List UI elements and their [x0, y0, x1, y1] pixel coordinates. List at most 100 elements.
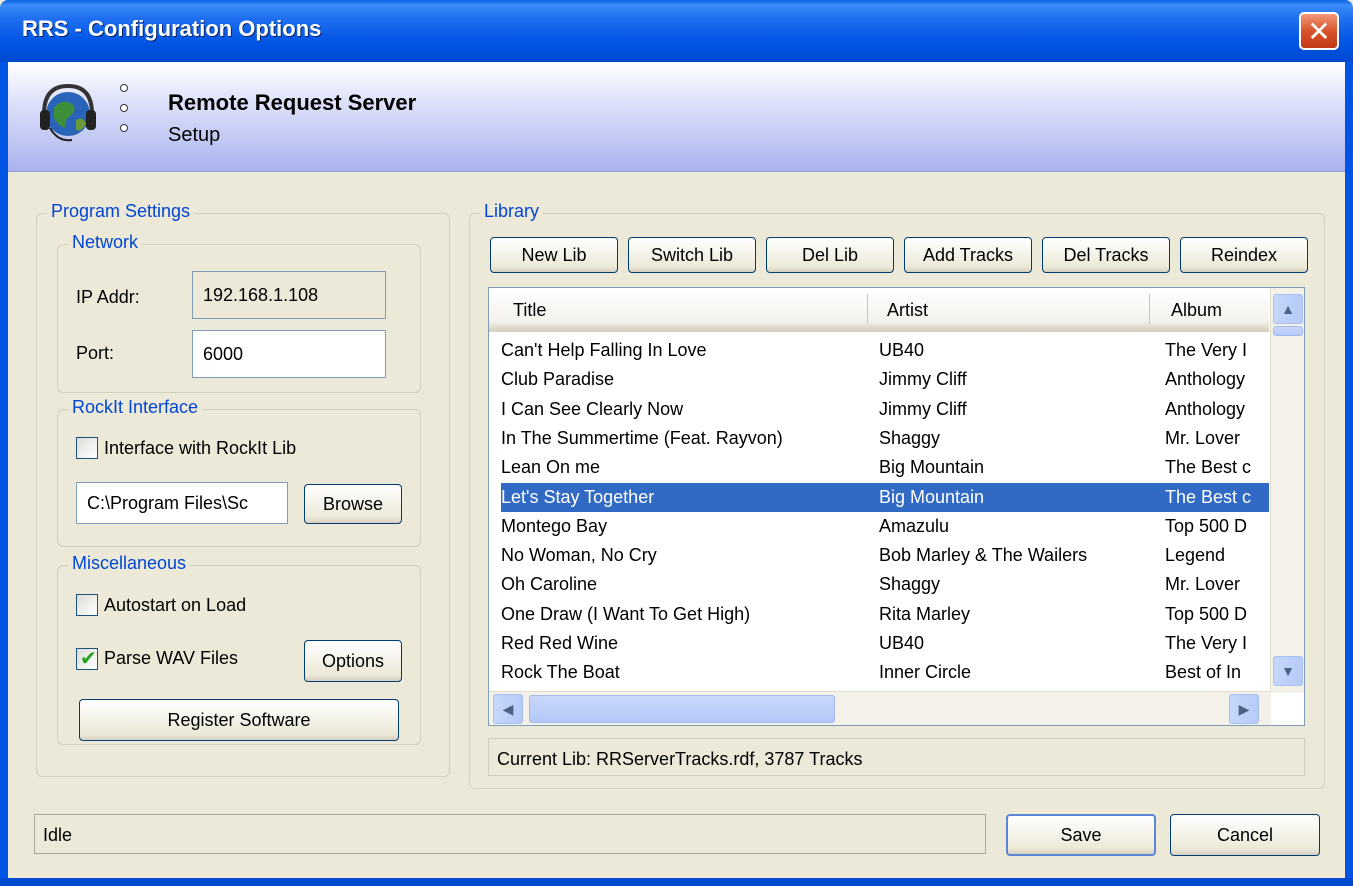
del-tracks-button[interactable]: Del Tracks: [1042, 237, 1170, 273]
table-row[interactable]: Red Red Wine UB40 The Very I: [489, 629, 1269, 658]
port-label: Port:: [76, 343, 115, 363]
rockit-interface-group: RockIt Interface: [57, 397, 421, 547]
table-cell-artist: Jimmy Cliff: [879, 369, 967, 390]
banner-dots: [120, 84, 132, 154]
title-bar: RRS - Configuration Options ✕: [0, 0, 1353, 62]
table-cell-artist: Rita Marley: [879, 603, 971, 624]
table-cell-artist: Shaggy: [879, 427, 941, 448]
table-cell-title: I Can See Clearly Now: [501, 398, 684, 419]
track-list-header: Title Artist Album: [489, 288, 1269, 332]
close-icon: ✕: [1307, 15, 1331, 47]
current-lib-status: Current Lib: RRServerTracks.rdf, 3787 Tr…: [488, 738, 1305, 776]
horizontal-scroll-thumb[interactable]: [529, 695, 835, 723]
table-cell-artist: Big Mountain: [879, 486, 985, 507]
table-row[interactable]: I Can See Clearly Now Jimmy Cliff Antholog…: [489, 395, 1269, 424]
table-row[interactable]: Let's Stay Together Big Mountain The Best …: [501, 482, 1269, 512]
autostart-checkbox[interactable]: [76, 594, 98, 616]
table-cell-title: One Draw (I Want To Get High): [501, 603, 751, 624]
table-cell-title: No Woman, No Cry: [501, 545, 657, 566]
table-cell-title: Club Paradise: [501, 369, 615, 390]
scroll-left-icon[interactable]: ◀: [493, 694, 523, 724]
table-row[interactable]: Can't Help Falling In Love UB40 The Very I: [489, 336, 1269, 365]
table-cell-album: Anthology: [1165, 369, 1246, 390]
parse-wav-checkbox[interactable]: ✔: [76, 648, 98, 670]
save-button[interactable]: Save: [1006, 814, 1156, 856]
ip-addr-label: IP Addr:: [76, 287, 140, 307]
table-row[interactable]: Lean On me Big Mountain The Best c: [489, 453, 1269, 482]
table-cell-album: Mr. Lover: [1165, 427, 1241, 448]
globe-headphones-icon: [40, 83, 96, 142]
table-row[interactable]: Club Paradise Jimmy Cliff Anthology: [489, 365, 1269, 394]
table-cell-title: Let's Stay Together: [501, 486, 655, 507]
rockit-interface-legend: RockIt Interface: [68, 397, 203, 418]
scroll-up-icon[interactable]: ▲: [1273, 294, 1303, 324]
table-cell-title: Rock The Boat: [501, 662, 620, 683]
table-cell-album: Best of In: [1165, 662, 1242, 683]
close-button[interactable]: ✕: [1299, 12, 1339, 50]
table-cell-album: Legend: [1165, 545, 1226, 566]
banner-subheading: Setup: [168, 124, 221, 146]
rockit-path-field[interactable]: C:\Program Files\Sc: [76, 482, 288, 524]
table-cell-title: Montego Bay: [501, 515, 608, 536]
table-cell-title: Lean On me: [501, 457, 601, 478]
cancel-button[interactable]: Cancel: [1170, 814, 1320, 856]
status-text: Idle: [34, 814, 986, 854]
horizontal-scrollbar[interactable]: ◀ ▶: [489, 691, 1271, 725]
table-row[interactable]: In The Summertime (Feat. Rayvon) Shaggy Mr…: [489, 424, 1269, 453]
program-settings-legend: Program Settings: [47, 201, 195, 222]
miscellaneous-legend: Miscellaneous: [68, 553, 191, 574]
window-frame-bottom: [0, 878, 1353, 886]
table-cell-artist: UB40: [879, 340, 925, 360]
register-software-button[interactable]: Register Software: [79, 699, 399, 741]
table-cell-album: The Very I: [1165, 633, 1248, 653]
window-title: RRS - Configuration Options: [22, 16, 322, 41]
table-cell-title: Red Red Wine: [501, 633, 619, 653]
table-cell-album: Top 500 D: [1165, 515, 1248, 536]
autostart-label[interactable]: Autostart on Load: [104, 595, 246, 616]
reindex-button[interactable]: Reindex: [1180, 237, 1308, 273]
column-header-artist[interactable]: Artist: [887, 300, 928, 321]
table-cell-title: Can't Help Falling In Love: [501, 340, 707, 360]
browse-button[interactable]: Browse: [304, 484, 402, 524]
add-tracks-button[interactable]: Add Tracks: [904, 237, 1032, 273]
table-cell-album: The Best c: [1165, 457, 1252, 478]
library-legend: Library: [480, 201, 544, 222]
port-field[interactable]: 6000: [192, 330, 386, 378]
table-row[interactable]: One Draw (I Want To Get High) Rita Marley…: [489, 600, 1269, 629]
network-legend: Network: [68, 232, 143, 253]
table-cell-album: Anthology: [1165, 398, 1246, 419]
table-cell-album: Top 500 D: [1165, 603, 1248, 624]
scroll-down-icon[interactable]: ▼: [1273, 656, 1303, 686]
del-lib-button[interactable]: Del Lib: [766, 237, 894, 273]
table-cell-artist: Jimmy Cliff: [879, 398, 967, 419]
vertical-scrollbar[interactable]: ▲ ▼: [1270, 288, 1304, 693]
table-cell-artist: Inner Circle: [879, 662, 972, 683]
table-cell-artist: Shaggy: [879, 574, 941, 595]
parse-wav-label[interactable]: Parse WAV Files: [104, 648, 238, 669]
table-row[interactable]: Rock The Boat Inner Circle Best of In: [489, 658, 1269, 687]
table-cell-title: Oh Caroline: [501, 574, 598, 595]
checkmark-icon: ✔: [80, 648, 97, 670]
ip-addr-field: 192.168.1.108: [192, 271, 386, 319]
new-lib-button[interactable]: New Lib: [490, 237, 618, 273]
column-header-album[interactable]: Album: [1171, 300, 1222, 321]
table-cell-artist: Bob Marley & The Wailers: [879, 545, 1088, 566]
table-row[interactable]: Oh Caroline Shaggy Mr. Lover: [489, 570, 1269, 599]
table-cell-artist: UB40: [879, 633, 925, 653]
column-header-title[interactable]: Title: [513, 300, 546, 321]
table-row[interactable]: No Woman, No Cry Bob Marley & The Wailers…: [489, 541, 1269, 570]
options-button[interactable]: Options: [304, 640, 402, 682]
interface-rockit-checkbox[interactable]: [76, 437, 98, 459]
table-cell-album: The Very I: [1165, 340, 1248, 360]
table-cell-album: The Best c: [1165, 486, 1252, 507]
table-row[interactable]: Montego Bay Amazulu Top 500 D: [489, 512, 1269, 541]
scroll-right-icon[interactable]: ▶: [1229, 694, 1259, 724]
banner-heading: Remote Request Server: [168, 90, 417, 115]
switch-lib-button[interactable]: Switch Lib: [628, 237, 756, 273]
table-cell-title: In The Summertime (Feat. Rayvon): [501, 427, 783, 448]
interface-rockit-label[interactable]: Interface with RockIt Lib: [104, 438, 296, 459]
window-frame-left: [0, 62, 8, 886]
window-frame-right: [1345, 62, 1353, 886]
vertical-scroll-thumb[interactable]: [1273, 326, 1303, 336]
track-list[interactable]: Title Artist Album Can't Help Falling In…: [488, 287, 1305, 726]
